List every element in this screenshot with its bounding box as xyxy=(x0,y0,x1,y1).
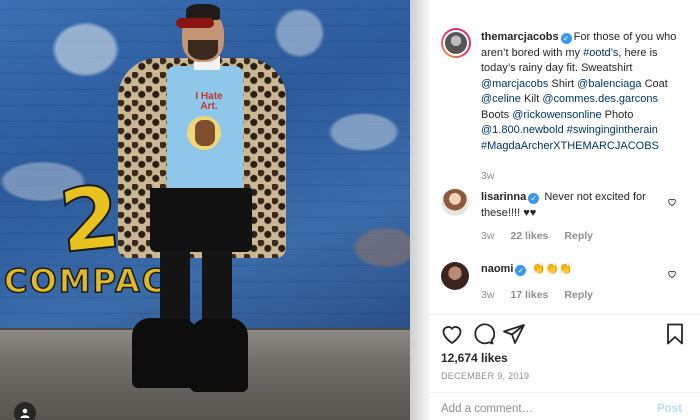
comment-time[interactable]: 3w xyxy=(481,230,494,242)
white-column xyxy=(410,0,428,420)
mention-newbold[interactable]: @1.800.newbold xyxy=(481,124,564,136)
divider xyxy=(429,392,700,393)
mention-marcjacobs[interactable]: @marcjacobs xyxy=(481,78,548,90)
sweatshirt-dog xyxy=(195,120,215,146)
mention-rickowens[interactable]: @rickowensonline xyxy=(512,109,601,121)
hashtag-swingingintherain[interactable]: #swingingintherain xyxy=(567,124,658,136)
post-photo[interactable]: 2 COMPACT I Hate Art. xyxy=(0,0,428,420)
comment-meta: 3w 22 likes Reply xyxy=(481,230,593,242)
sweatshirt-text: I Hate Art. xyxy=(195,91,223,112)
likes-count[interactable]: 12,674 likes xyxy=(441,351,508,365)
caption-kilt: Kilt xyxy=(520,93,543,105)
comment-username[interactable]: lisarinna xyxy=(481,191,526,203)
verified-badge-icon: ✓ xyxy=(560,33,572,44)
hashtag-magdaarcher[interactable]: #MagdaArcherXTHEMARCJACOBS xyxy=(481,140,659,152)
caption-photo: Photo xyxy=(601,108,634,121)
comment-likes[interactable]: 22 likes xyxy=(510,230,548,242)
comment-meta: 3w 17 likes Reply xyxy=(481,289,593,301)
comment: lisarinna ✓ Never not excited for these!!… xyxy=(481,190,671,221)
commenter-avatar[interactable] xyxy=(441,262,469,290)
graffiti-number: 2 xyxy=(54,166,126,274)
left-boot xyxy=(132,318,198,388)
author-avatar[interactable] xyxy=(441,28,471,58)
sunglasses xyxy=(176,18,214,28)
heart-icon[interactable] xyxy=(440,322,464,346)
verified-badge-icon: ✓ xyxy=(515,265,527,276)
divider xyxy=(429,314,700,315)
comment-time[interactable]: 3w xyxy=(481,289,494,301)
verified-badge-icon: ✓ xyxy=(528,193,540,204)
reply-button[interactable]: Reply xyxy=(564,230,593,242)
mention-balenciaga[interactable]: @balenciaga xyxy=(577,78,641,90)
comment-username[interactable]: naomi xyxy=(481,263,513,275)
comment-text: 👏👏👏 xyxy=(531,263,573,275)
user-tag-icon xyxy=(20,408,30,418)
caption-time[interactable]: 3w xyxy=(481,170,494,182)
right-boot xyxy=(190,318,248,392)
mention-cdg[interactable]: @commes.des.garcons xyxy=(542,93,658,105)
comment-icon[interactable] xyxy=(471,322,495,346)
caption-boots: Boots xyxy=(481,108,513,121)
post-comment-button[interactable]: Post xyxy=(657,403,682,415)
comment-like-heart-icon[interactable] xyxy=(667,269,677,279)
comment-like-heart-icon[interactable] xyxy=(667,197,677,207)
hashtag-ootd[interactable]: #ootd’s xyxy=(583,47,618,59)
author-username[interactable]: themarcjacobs xyxy=(481,31,559,43)
bookmark-icon[interactable] xyxy=(663,322,687,346)
commenter-avatar[interactable] xyxy=(441,188,469,216)
post-date: DECEMBER 9, 2019 xyxy=(441,371,530,381)
share-icon[interactable] xyxy=(502,322,526,346)
user-tag-button[interactable] xyxy=(14,402,36,420)
mention-celine[interactable]: @celine xyxy=(481,93,521,105)
beard xyxy=(188,40,218,60)
kilt xyxy=(150,188,252,252)
comment: naomi ✓ 👏👏👏 xyxy=(481,262,671,278)
reply-button[interactable]: Reply xyxy=(564,289,593,301)
comment-likes[interactable]: 17 likes xyxy=(510,289,548,301)
caption-shirt: Shirt xyxy=(548,77,578,90)
add-comment-input[interactable] xyxy=(441,403,621,415)
post-caption: themarcjacobs ✓ For those of you who aren’… xyxy=(481,30,677,154)
caption-coat: Coat xyxy=(641,77,668,90)
